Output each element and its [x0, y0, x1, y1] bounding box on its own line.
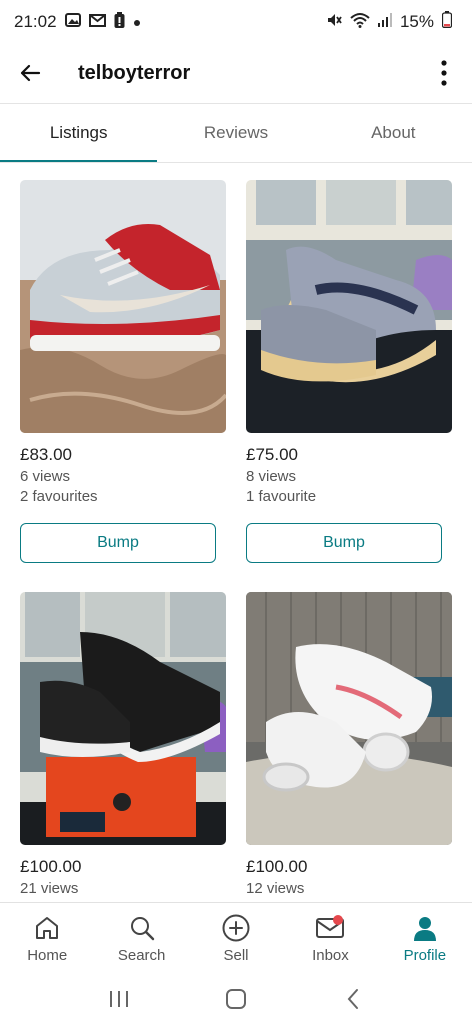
nav-inbox-label: Inbox [312, 947, 349, 964]
more-options-button[interactable] [432, 57, 456, 89]
more-vertical-icon [441, 60, 447, 86]
chevron-left-icon [347, 989, 359, 1009]
app-header: telboyterror [0, 44, 472, 102]
status-left: 21:02 [14, 11, 141, 33]
home-square-icon [225, 989, 246, 1009]
listing-photo[interactable] [20, 180, 226, 433]
listing-price: £100.00 [20, 857, 82, 876]
back-button[interactable] [16, 59, 44, 87]
dot-icon [133, 12, 141, 32]
listing-views: 21 views [20, 880, 79, 897]
battery-percent: 15% [399, 12, 434, 31]
nav-search[interactable]: Search [94, 903, 188, 974]
listing-card[interactable]: £100.00 21 views [20, 592, 226, 897]
status-right: 15% [326, 11, 453, 33]
listing-price: £100.00 [246, 857, 308, 876]
plus-circle-icon [221, 913, 251, 943]
listing-favourites: 1 favourite [246, 488, 317, 505]
listing-card[interactable]: £75.00 8 views 1 favourite Bump [246, 180, 452, 563]
bottom-navigation: Home Search Sell Inbox Profile [0, 902, 472, 974]
listing-price: £75.00 [246, 445, 298, 464]
status-bar: 21:02 15% [0, 0, 472, 44]
recent-apps-button[interactable] [99, 979, 139, 1019]
home-system-button[interactable] [216, 979, 256, 1019]
listing-photo[interactable] [246, 592, 452, 845]
status-time: 21:02 [14, 12, 57, 31]
system-navigation-bar [0, 974, 472, 1024]
mute-icon [326, 12, 342, 33]
listing-photo[interactable] [246, 180, 452, 433]
profile-username: telboyterror [78, 61, 191, 84]
search-icon [127, 913, 157, 943]
nav-profile-label: Profile [403, 947, 447, 964]
listing-views: 6 views [20, 468, 71, 485]
listing-views: 8 views [246, 468, 297, 485]
nav-sell[interactable]: Sell [189, 903, 283, 974]
recent-apps-icon [109, 991, 128, 1007]
tab-about[interactable]: About [315, 104, 472, 162]
back-system-button[interactable] [333, 979, 373, 1019]
nav-inbox[interactable]: Inbox [283, 903, 377, 974]
arrow-left-icon [20, 64, 41, 82]
battery-icon [441, 11, 453, 33]
person-icon [410, 913, 440, 943]
listing-card[interactable]: £100.00 12 views [246, 592, 452, 897]
nav-profile[interactable]: Profile [378, 903, 472, 974]
bump-button[interactable]: Bump [246, 523, 442, 563]
nav-sell-label: Sell [223, 947, 249, 964]
tabs-divider [0, 162, 472, 163]
signal-icon [377, 12, 392, 32]
tab-reviews[interactable]: Reviews [157, 104, 314, 162]
gmail-icon [88, 12, 106, 32]
nav-search-label: Search [117, 947, 166, 964]
listings-grid: £83.00 6 views 2 favourites Bump £75.00 [20, 180, 452, 897]
battery-alert-icon [114, 11, 125, 33]
listing-photo[interactable] [20, 592, 226, 845]
listing-views: 12 views [246, 880, 305, 897]
bump-button[interactable]: Bump [20, 523, 216, 563]
wifi-icon [350, 12, 370, 33]
home-icon [32, 913, 62, 943]
listing-card[interactable]: £83.00 6 views 2 favourites Bump [20, 180, 226, 563]
listing-favourites: 2 favourites [20, 488, 98, 505]
tab-listings[interactable]: Listings [0, 104, 158, 163]
nav-home-label: Home [27, 947, 68, 964]
nav-home[interactable]: Home [0, 903, 94, 974]
listing-price: £83.00 [20, 445, 72, 464]
profile-tabs: Listings Reviews About [0, 104, 472, 163]
gallery-icon [64, 12, 81, 32]
